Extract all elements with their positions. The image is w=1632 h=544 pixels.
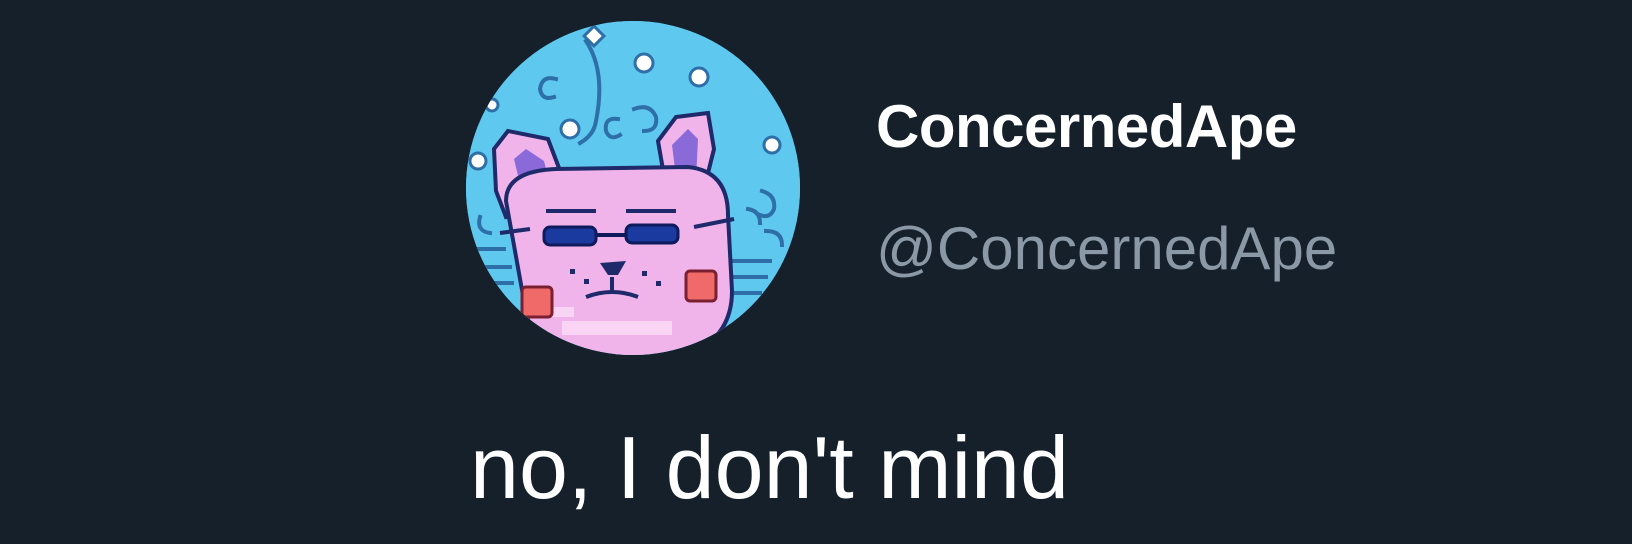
- tweet-text: no, I don't mind: [470, 418, 1069, 517]
- author-handle[interactable]: @ConcernedApe: [876, 214, 1337, 284]
- tweet-card: ConcernedApe @ConcernedApe no, I don't m…: [0, 0, 1632, 544]
- author-display-name[interactable]: ConcernedApe: [876, 92, 1297, 162]
- pixel-cat-avatar-icon: [466, 21, 800, 355]
- avatar[interactable]: [466, 21, 800, 355]
